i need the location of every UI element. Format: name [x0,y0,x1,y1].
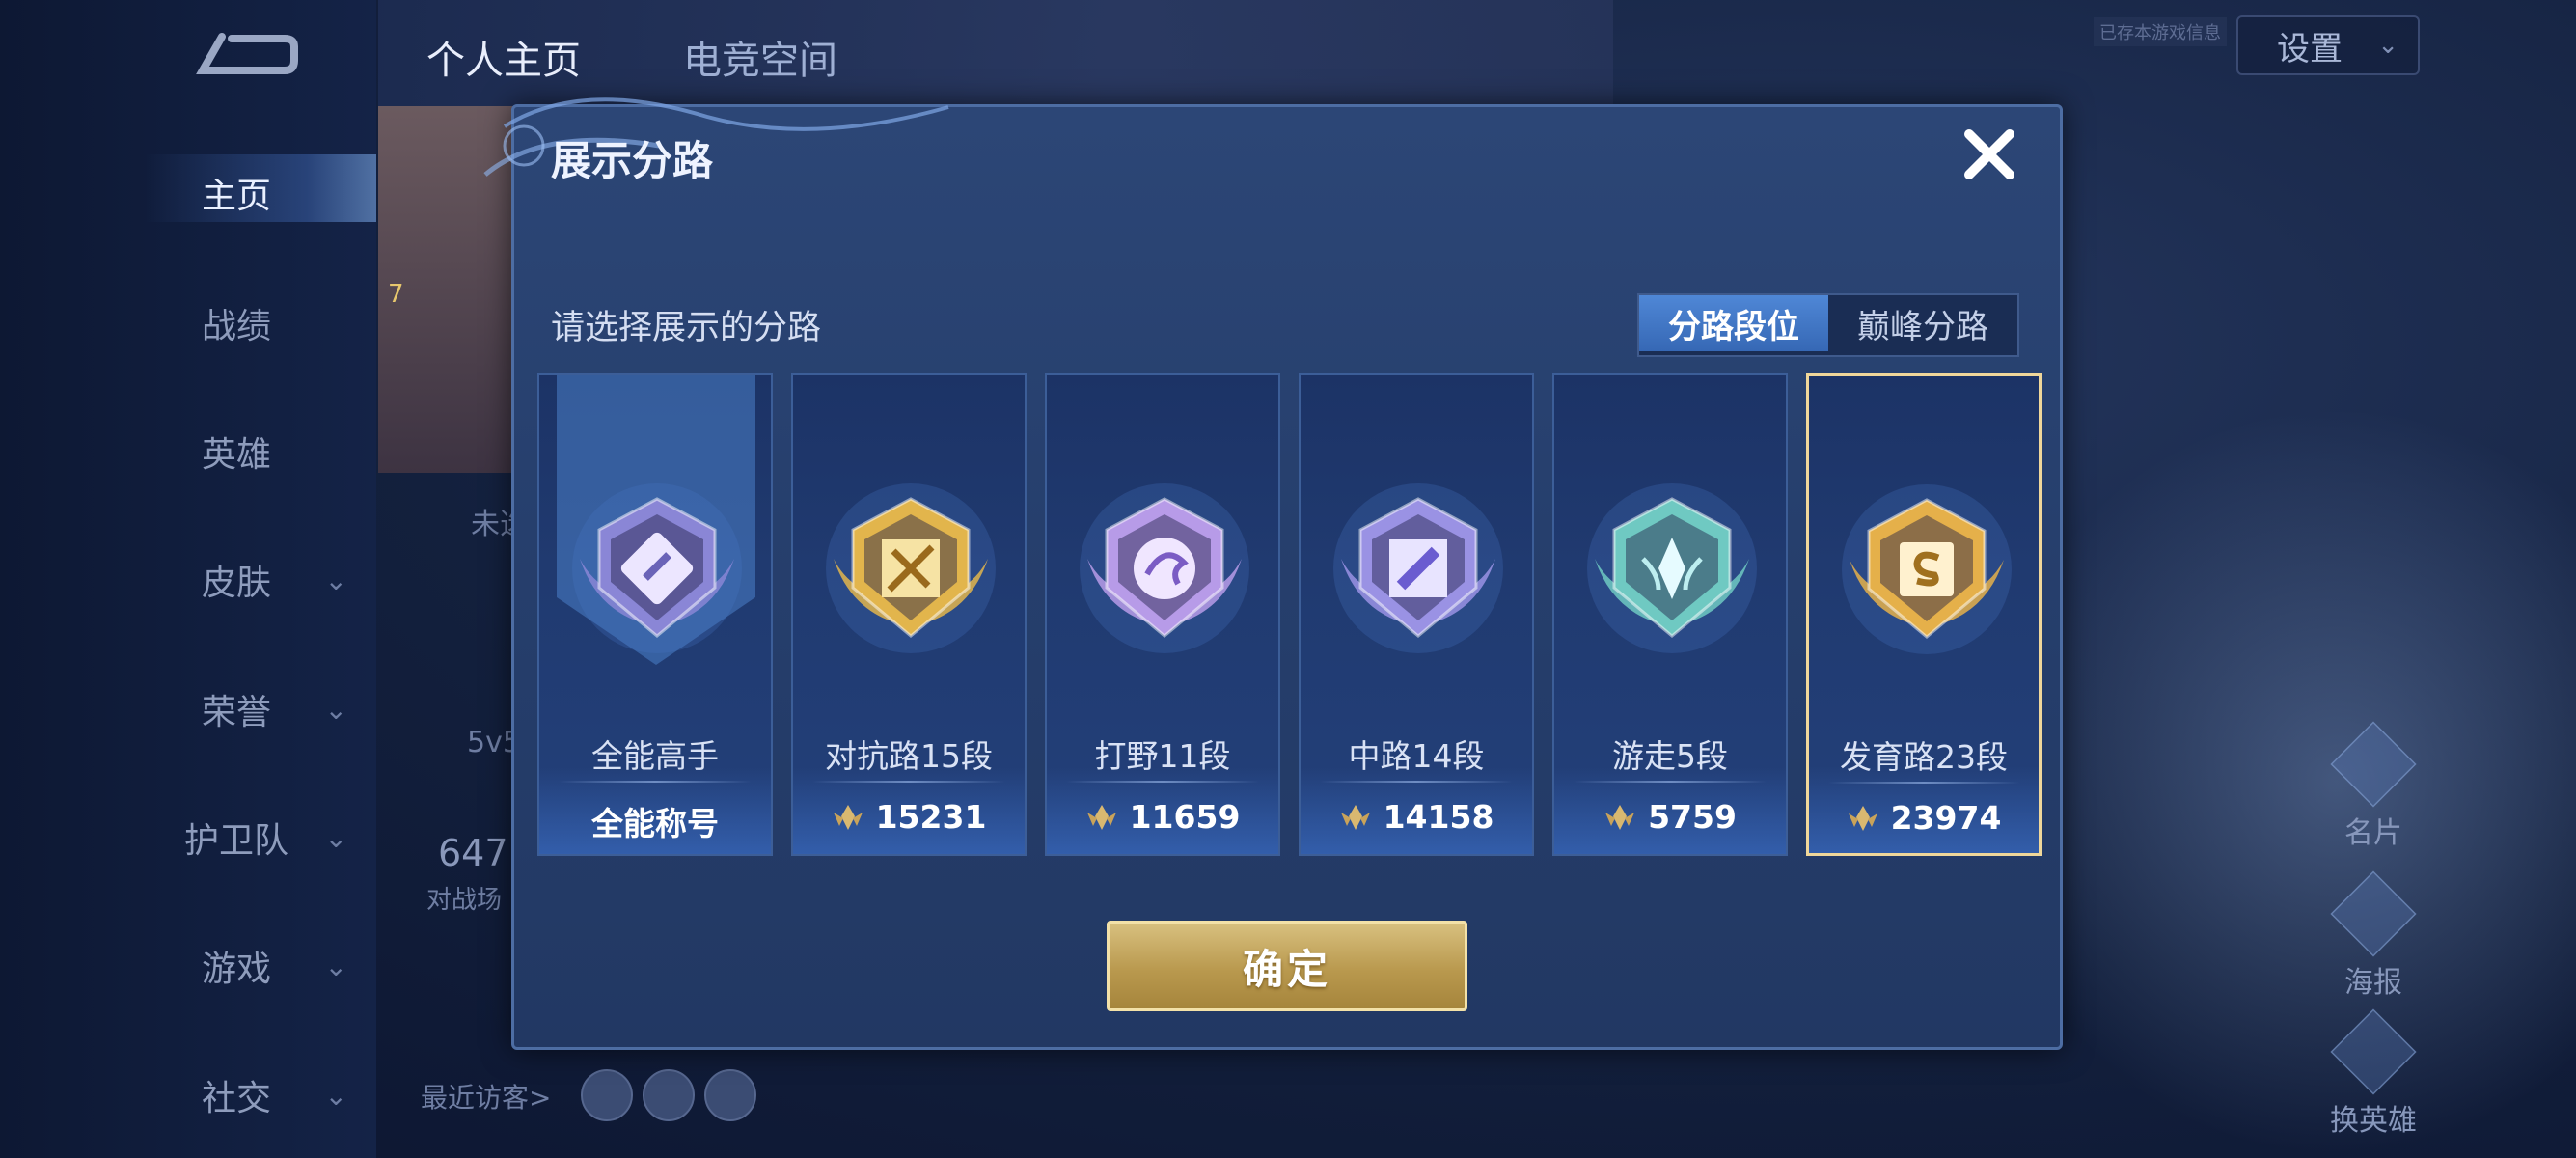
dialog-title: 展示分路 [551,137,714,184]
sidebar-item-label: 主页 [201,177,271,216]
sidebar-item[interactable]: 荣誉 ⌄ [116,676,357,743]
sidebar-item[interactable]: 英雄 [116,418,357,485]
lane-value-row: 15231 [793,798,1025,836]
rank-points-icon [833,804,863,830]
lane-value: 23974 [1890,799,2002,837]
settings-button[interactable]: 设置 ⌄ [2236,15,2420,75]
card-divider [812,781,1005,783]
roam-rank-emblem-icon [1587,483,1757,653]
lane-value-row: 11659 [1047,798,1278,836]
chevron-down-icon: ⌄ [2377,31,2398,60]
card-divider [559,781,752,783]
lane-name: 中路14段 [1348,737,1485,775]
sidebar-item[interactable]: 护卫队 ⌄ [116,804,357,871]
card-divider [1574,781,1767,783]
lane-card[interactable]: 对抗路15段 15231 [791,373,1027,856]
title-ornament [483,97,949,177]
hero-backdrop [1978,405,2576,1158]
recent-visitors-link[interactable]: 最近访客> [421,1077,551,1116]
level-badge: 7 [388,280,404,309]
sidebar-item-label: 皮肤 [201,564,271,603]
lane-card[interactable]: 打野11段 11659 [1045,373,1280,856]
poster-icon [2330,870,2417,957]
namecard-label: 名片 [2344,816,2402,850]
lane-type-switch: 分路段位 巅峰分路 [1637,293,2019,357]
visitor-avatar[interactable] [581,1069,633,1121]
sidebar-item-label: 战绩 [201,307,271,346]
lane-card[interactable]: 全能高手 全能称号 [537,373,773,856]
settings-label: 设置 [2277,29,2343,69]
farm-rank-emblem-icon [1842,484,2012,654]
tab-lane-rank[interactable]: 分路段位 [1639,295,1828,351]
namecard-button[interactable]: 名片 [2316,721,2431,851]
match-count: 647 [438,832,508,874]
lane-value: 11659 [1129,798,1241,836]
chevron-down-icon: ⌄ [324,564,347,596]
poster-button[interactable]: 海报 [2316,870,2431,1001]
lane-value: 全能称号 [591,805,719,842]
sidebar-item-label: 护卫队 [183,821,288,861]
card-divider [1066,781,1259,783]
lane-value-row: 14158 [1301,798,1532,836]
rank-points-icon [1605,804,1635,830]
lane-name: 打野11段 [1094,737,1231,775]
lane-name: 游走5段 [1612,737,1728,775]
sidebar-item[interactable]: 战绩 [116,290,357,357]
rank-points-icon [1340,804,1370,830]
lane-value: 15231 [875,798,987,836]
chevron-down-icon: ⌄ [324,693,347,726]
change-hero-icon [2330,1008,2417,1095]
tab-personal-home[interactable]: 个人主页 [426,29,581,85]
lane-name: 发育路23段 [1840,738,2008,776]
poster-label: 海报 [2344,966,2402,1000]
visitor-avatar[interactable] [704,1069,756,1121]
allround-rank-emblem-icon [572,483,742,653]
card-divider [1320,781,1513,783]
change-hero-label: 换英雄 [2330,1104,2417,1138]
lane-value-row: 23974 [1809,799,2039,837]
lane-name: 对抗路15段 [825,737,993,775]
lane-card[interactable]: 发育路23段 23974 [1806,373,2042,856]
match-count-caption: 对战场 [426,886,503,915]
card-divider [1828,782,2019,784]
rank-points-icon [1086,804,1116,830]
lane-value-row: 全能称号 [539,798,771,844]
sidebar-item-label: 荣誉 [201,693,271,732]
lane-value-row: 5759 [1554,798,1786,836]
change-hero-button[interactable]: 换英雄 [2316,1008,2431,1139]
sidebar-item-label: 游戏 [201,950,271,989]
lane-card[interactable]: 游走5段 5759 [1552,373,1788,856]
jungle-rank-emblem-icon [1080,483,1249,653]
mid-rank-emblem-icon [1333,483,1503,653]
lane-card[interactable]: 中路14段 14158 [1299,373,1534,856]
clash-rank-emblem-icon [826,483,996,653]
sidebar-item[interactable]: 社交 ⌄ [116,1062,357,1129]
sidebar-item[interactable]: 皮肤 ⌄ [116,546,357,614]
lane-value: 5759 [1648,798,1737,836]
sidebar-item[interactable]: 主页 [116,159,357,227]
namecard-icon [2330,721,2417,808]
lane-name: 全能高手 [591,737,719,775]
chevron-down-icon: ⌄ [324,950,347,982]
sidebar-item[interactable]: 游戏 ⌄ [116,932,357,1000]
sidebar-item-label: 英雄 [201,435,271,475]
close-icon[interactable] [1956,121,2023,188]
back-arrow-icon[interactable] [193,27,299,85]
lane-value: 14158 [1383,798,1494,836]
tab-esports-space[interactable]: 电竞空间 [683,29,837,85]
hint-tag: 已存本游戏信息 [2094,17,2227,46]
chevron-down-icon: ⌄ [324,1079,347,1112]
tab-peak-lane[interactable]: 巅峰分路 [1828,295,2017,351]
rank-points-icon [1848,805,1877,831]
visitor-avatar[interactable] [643,1069,695,1121]
dialog-subtitle: 请选择展示的分路 [551,309,822,347]
sidebar-item-label: 社交 [201,1079,271,1118]
lane-display-dialog: 展示分路 请选择展示的分路 分路段位 巅峰分路 全能高手 全能称号 对抗路15段 15… [483,97,2063,1050]
confirm-button[interactable]: 确定 [1107,921,1467,1011]
chevron-down-icon: ⌄ [324,821,347,854]
